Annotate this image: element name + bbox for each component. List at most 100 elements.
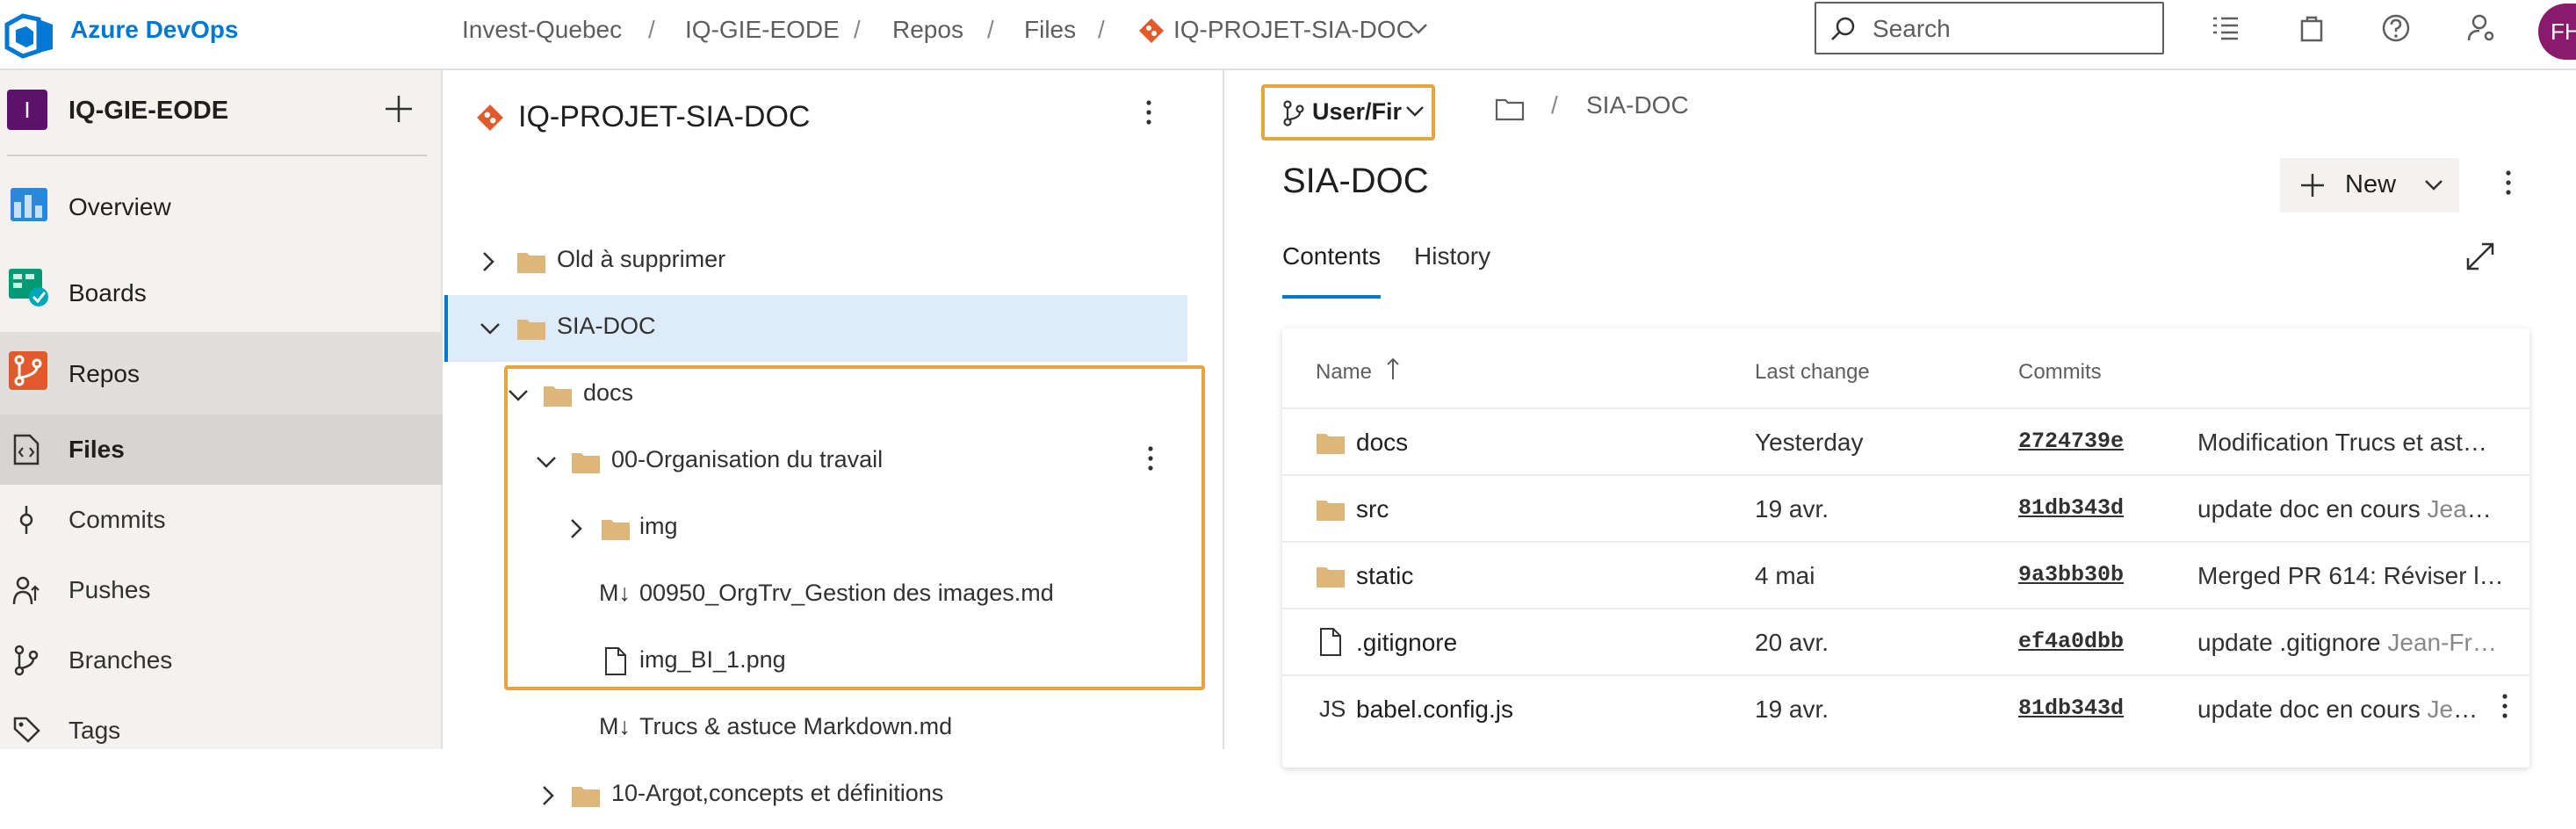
expand-icon[interactable] xyxy=(2464,241,2496,272)
column-header-last-change[interactable]: Last change xyxy=(1755,360,1870,385)
file-name[interactable]: static xyxy=(1356,562,1413,590)
branch-icon xyxy=(1282,100,1305,126)
repository-name[interactable]: IQ-PROJET-SIA-DOC xyxy=(518,100,810,134)
breadcrumb-separator: / xyxy=(648,16,655,43)
breadcrumb-files[interactable]: Files xyxy=(1024,16,1076,44)
table-row[interactable]: static 4 mai 9a3bb30b Merged PR 614: Rév… xyxy=(1282,541,2529,608)
brand-name[interactable]: Azure DevOps xyxy=(70,16,238,44)
search-input[interactable] xyxy=(1872,12,2154,46)
markdown-file-icon: M↓ xyxy=(599,713,631,739)
nav-item-boards[interactable]: Boards xyxy=(0,249,443,334)
column-header-name[interactable]: Name xyxy=(1316,360,1372,385)
nav-item-tags[interactable]: Tags xyxy=(0,696,443,766)
sort-ascending-icon[interactable] xyxy=(1386,357,1400,381)
markdown-file-icon: M↓ xyxy=(599,580,631,606)
chevron-right-icon[interactable] xyxy=(541,785,555,806)
file-icon xyxy=(1319,627,1342,657)
tree-row-folder[interactable]: 00-Organisation du travail xyxy=(444,429,1187,495)
help-icon[interactable] xyxy=(2380,12,2412,44)
search-icon xyxy=(1830,16,1857,42)
commit-author: Jean… xyxy=(2427,495,2505,523)
commit-hash-link[interactable]: 81db343d xyxy=(2018,495,2124,521)
more-options-icon[interactable] xyxy=(1135,97,1163,128)
chevron-down-icon xyxy=(2424,179,2443,191)
nav-item-pushes[interactable]: Pushes xyxy=(0,555,443,625)
folder-outline-icon[interactable] xyxy=(1495,97,1525,121)
commit-hash-link[interactable]: 9a3bb30b xyxy=(2018,562,2124,588)
commit-message: update doc en cours Jean… xyxy=(2197,495,2505,523)
file-icon xyxy=(604,646,627,676)
breadcrumb-repository[interactable]: IQ-PROJET-SIA-DOC xyxy=(1173,16,1414,44)
tree-row-file[interactable]: img_BI_1.png xyxy=(444,629,1187,696)
new-button[interactable]: New xyxy=(2280,158,2459,213)
task-list-icon[interactable] xyxy=(2210,12,2241,44)
tree-row-file[interactable]: M↓ 00950_OrgTrv_Gestion des images.md xyxy=(444,562,1187,629)
tab-history[interactable]: History xyxy=(1414,242,1490,270)
tree-row-file[interactable]: M↓ Trucs & astuce Markdown.md xyxy=(444,696,1187,762)
commits-icon xyxy=(12,504,40,536)
plus-icon[interactable] xyxy=(383,93,415,125)
nav-label-overview: Overview xyxy=(69,193,171,220)
project-name[interactable]: IQ-GIE-EODE xyxy=(69,97,228,126)
table-row[interactable]: .gitignore 20 avr. ef4a0dbb update .giti… xyxy=(1282,608,2529,674)
azure-devops-logo-icon[interactable] xyxy=(4,12,56,60)
chevron-down-icon[interactable] xyxy=(536,455,557,469)
search-box[interactable] xyxy=(1815,2,2164,54)
nav-item-overview[interactable]: Overview xyxy=(0,165,443,249)
path-separator: / xyxy=(1551,91,1558,119)
breadcrumb-project[interactable]: IQ-GIE-EODE xyxy=(685,16,840,44)
commit-hash-link[interactable]: 2724739e xyxy=(2018,429,2124,454)
top-bar: Azure DevOps Invest-Quebec / IQ-GIE-EODE… xyxy=(0,0,2576,70)
tree-row-folder[interactable]: img xyxy=(444,495,1187,562)
user-settings-icon[interactable] xyxy=(2466,12,2498,44)
chevron-down-icon[interactable] xyxy=(1409,23,1428,35)
commit-hash-link[interactable]: 81db343d xyxy=(2018,696,2124,721)
more-options-icon[interactable] xyxy=(2491,690,2519,722)
nav-item-files[interactable]: Files xyxy=(0,414,443,485)
file-name[interactable]: babel.config.js xyxy=(1356,696,1513,724)
nav-label-commits: Commits xyxy=(69,506,166,533)
breadcrumb-separator: / xyxy=(987,16,994,43)
chevron-right-icon[interactable] xyxy=(569,518,583,539)
tree-row-folder[interactable]: docs xyxy=(444,362,1187,429)
active-tab-indicator xyxy=(1282,295,1381,299)
files-table: Name Last change Commits docs Yesterday … xyxy=(1282,328,2529,768)
branch-selector-button[interactable]: User/Fir xyxy=(1265,88,1432,137)
nav-item-repos[interactable]: Repos xyxy=(0,332,443,414)
more-options-icon[interactable] xyxy=(1136,443,1165,474)
table-row[interactable]: src 19 avr. 81db343d update doc en cours… xyxy=(1282,474,2529,541)
nav-item-branches[interactable]: Branches xyxy=(0,625,443,696)
column-header-commits[interactable]: Commits xyxy=(2018,360,2102,385)
nav-label-tags: Tags xyxy=(69,717,121,744)
breadcrumb-organization[interactable]: Invest-Quebec xyxy=(462,16,622,44)
commit-hash-link[interactable]: ef4a0dbb xyxy=(2018,629,2124,654)
javascript-file-icon: JS xyxy=(1319,696,1346,722)
breadcrumb-separator: / xyxy=(854,16,861,43)
table-row[interactable]: JS babel.config.js 19 avr. 81db343d upda… xyxy=(1282,674,2529,741)
tab-contents[interactable]: Contents xyxy=(1282,242,1381,270)
nav-item-commits[interactable]: Commits xyxy=(0,485,443,555)
project-avatar[interactable]: I xyxy=(7,90,47,130)
commit-message-text: Modification Trucs et ast… xyxy=(2197,429,2487,456)
tags-icon xyxy=(12,715,40,746)
path-segment[interactable]: SIA-DOC xyxy=(1586,91,1689,119)
chevron-down-icon[interactable] xyxy=(480,321,501,335)
tree-row-folder-selected[interactable]: SIA-DOC xyxy=(444,295,1187,362)
marketplace-bag-icon[interactable] xyxy=(2296,12,2327,44)
chevron-right-icon[interactable] xyxy=(481,251,495,272)
file-name[interactable]: src xyxy=(1356,495,1389,523)
chevron-down-icon[interactable] xyxy=(508,388,529,402)
more-options-icon[interactable] xyxy=(2494,167,2522,198)
file-name[interactable]: .gitignore xyxy=(1356,629,1457,657)
avatar[interactable]: FH xyxy=(2538,4,2576,60)
tree-row-folder[interactable]: 10-Argot,concepts et définitions xyxy=(444,762,1187,829)
commit-message: update doc en cours Jean… xyxy=(2197,696,2479,724)
tree-item-label: Old à supprimer xyxy=(557,246,726,272)
file-name[interactable]: docs xyxy=(1356,429,1408,457)
breadcrumb-repos[interactable]: Repos xyxy=(892,16,963,44)
table-row[interactable]: docs Yesterday 2724739e Modification Tru… xyxy=(1282,407,2529,474)
tree-item-label: SIA-DOC xyxy=(557,313,656,339)
commit-message-text: update .gitignore xyxy=(2197,629,2381,656)
tree-row-folder[interactable]: Old à supprimer xyxy=(444,228,1187,295)
commit-message-text: Merged PR 614: Réviser l… xyxy=(2197,562,2504,589)
